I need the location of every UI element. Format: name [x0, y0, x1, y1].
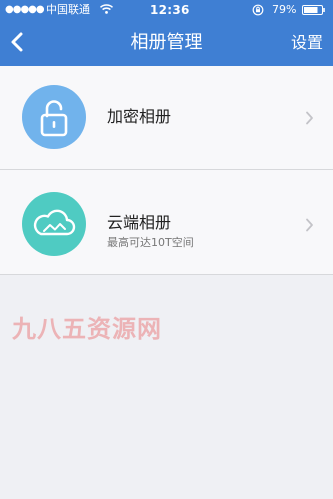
album-title: 云端相册	[107, 213, 172, 232]
chevron-right-icon	[306, 218, 313, 232]
lock-icon	[22, 85, 86, 149]
rotation-lock-icon	[252, 4, 264, 16]
album-title: 加密相册	[107, 107, 172, 126]
back-button[interactable]	[3, 26, 33, 58]
chevron-right-icon	[306, 111, 313, 125]
album-item-cloud[interactable]: 云端相册 最高可达10T空间	[0, 170, 333, 275]
chevron-left-icon	[11, 32, 23, 52]
album-list: 加密相册 云端相册 最高可达10T空间	[0, 66, 333, 275]
page-title: 相册管理	[130, 32, 203, 53]
album-item-encrypted[interactable]: 加密相册	[0, 66, 333, 170]
carrier-name: 中国联通	[46, 3, 90, 16]
status-bar: ●●●●● 中国联通 12:36 79%	[0, 0, 333, 20]
battery-percentage: 79%	[272, 3, 297, 16]
navigation-bar: 相册管理 设置	[0, 20, 333, 66]
app-header: ●●●●● 中国联通 12:36 79% 相册管理 设置	[0, 0, 333, 66]
signal-strength-icon: ●●●●●	[5, 4, 45, 15]
wifi-icon	[100, 4, 113, 14]
cloud-icon	[22, 192, 86, 256]
battery-icon	[302, 5, 325, 15]
album-subtitle: 最高可达10T空间	[107, 236, 194, 249]
settings-button[interactable]: 设置	[291, 30, 323, 56]
watermark-text: 九八五资源网	[12, 315, 162, 343]
status-time: 12:36	[150, 3, 190, 17]
